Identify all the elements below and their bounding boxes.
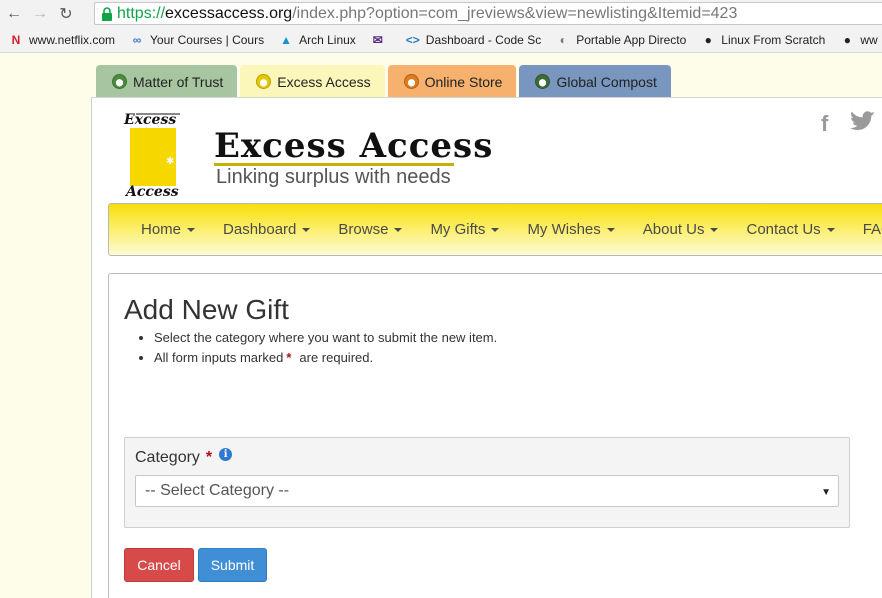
- bookmark-label: Arch Linux: [299, 33, 356, 47]
- site-tab-icon: [535, 74, 551, 89]
- tux-icon: ●: [843, 33, 851, 47]
- bookmark-label: Portable App Directo: [576, 33, 687, 47]
- code-icon: <>: [405, 33, 420, 47]
- menu-item-label: Home: [141, 221, 182, 238]
- bookmark-label: ww: [860, 33, 878, 47]
- netflix-icon: N: [11, 33, 21, 47]
- menu-item-label: My Gifts: [430, 221, 486, 238]
- caret-down-icon: [606, 227, 615, 232]
- site-logo[interactable]: Excess ✱ Access: [122, 110, 192, 200]
- bookmark-item[interactable]: ● ww: [839, 32, 878, 48]
- forward-icon[interactable]: →: [28, 2, 52, 26]
- category-label-text: Category: [135, 449, 200, 466]
- brand-title[interactable]: Excess Access: [214, 126, 493, 166]
- site-tab-label: Matter of Trust: [133, 73, 224, 90]
- note-required-text: All form inputs marked: [154, 350, 284, 365]
- browser-toolbar: ← → ↻ https://excessaccess.org/index.php…: [0, 0, 882, 28]
- category-label: Category * i: [135, 447, 233, 467]
- menu-item[interactable]: About Us: [643, 221, 719, 238]
- caret-down-icon: [302, 227, 311, 232]
- bookmarks-bar: Nwww.netflix.com ∞ Your Courses | Cours ▲ Ar…: [0, 28, 882, 53]
- required-star-icon: *: [205, 449, 213, 466]
- menu-item[interactable]: Browse: [338, 221, 403, 238]
- category-select[interactable]: -- Select Category -- ▼: [135, 475, 839, 507]
- bookmark-item[interactable]: Nwww.netflix.com: [8, 32, 115, 48]
- menu-item-label: My Wishes: [527, 221, 601, 238]
- caret-down-icon: [710, 227, 719, 232]
- dropdown-arrow-icon: ▼: [821, 487, 831, 498]
- main-menu: Home Dashboard Browse My Gifts My Wishes Abou…: [108, 203, 882, 256]
- site-tab-label: Global Compost: [556, 73, 657, 90]
- caret-down-icon: [491, 227, 500, 232]
- lock-icon: [97, 6, 117, 21]
- bookmark-item[interactable]: ● Linux From Scratch: [700, 32, 826, 48]
- site-tab-icon: [256, 74, 272, 89]
- menu-item-label: FAQ: [862, 221, 882, 238]
- required-star-icon: *: [286, 350, 292, 365]
- back-icon[interactable]: ←: [2, 2, 26, 26]
- bookmark-label: Linux From Scratch: [721, 33, 826, 47]
- mail-icon: ✉: [372, 33, 383, 47]
- site-tab[interactable]: Excess Access: [240, 65, 385, 98]
- logo-text-bottom: Access: [124, 184, 179, 200]
- menu-item[interactable]: FAQ: [863, 221, 882, 238]
- site-tab-icon: [112, 74, 127, 89]
- site-tab-label: Excess Access: [277, 73, 371, 90]
- arch-icon: ▲: [280, 33, 293, 47]
- menu-item[interactable]: Dashboard: [223, 221, 311, 238]
- note-category: Select the category where you want to su…: [154, 329, 497, 349]
- facebook-icon[interactable]: f: [821, 111, 828, 137]
- site-tab[interactable]: Online Store: [387, 65, 517, 98]
- note-required: All form inputs marked* are required.: [154, 349, 497, 369]
- caret-down-icon: [826, 227, 835, 232]
- logo-graphic: Excess ✱ Access: [123, 112, 180, 200]
- bookmark-item[interactable]: ∞ Your Courses | Cours: [129, 32, 264, 48]
- bookmark-label: Dashboard - Code Sc: [425, 33, 542, 47]
- menu-item[interactable]: My Gifts: [430, 221, 500, 238]
- bookmark-item[interactable]: ◐ Portable App Directo: [555, 32, 687, 48]
- note-required-tail: are required.: [299, 350, 374, 365]
- menu-item[interactable]: My Wishes: [527, 221, 615, 238]
- bookmark-item[interactable]: ▲ Arch Linux: [278, 32, 356, 48]
- address-bar[interactable]: https://excessaccess.org/index.php?optio…: [94, 2, 882, 25]
- caret-down-icon: [187, 227, 196, 232]
- url-path: /index.php?option=com_jreviews&view=newl…: [292, 4, 738, 22]
- menu-item-label: Contact Us: [746, 221, 821, 238]
- twitter-icon[interactable]: [850, 111, 876, 139]
- site-tab-icon: [403, 74, 419, 89]
- submit-button[interactable]: Submit: [198, 548, 267, 582]
- reload-icon[interactable]: ↻: [54, 2, 78, 26]
- cancel-button[interactable]: Cancel: [124, 548, 194, 582]
- bookmark-item[interactable]: <> Dashboard - Code Sc: [405, 32, 541, 48]
- url-scheme: https://: [117, 4, 166, 22]
- form-notes: Select the category where you want to su…: [154, 329, 497, 369]
- portable-icon: ◐: [559, 33, 567, 47]
- menu-item-label: Dashboard: [223, 221, 297, 238]
- url-domain: excessaccess.org: [165, 4, 293, 22]
- site-tab-label: Online Store: [424, 73, 503, 90]
- menu-item-label: Browse: [338, 221, 389, 238]
- menu-item[interactable]: Contact Us: [746, 221, 835, 238]
- menu-item[interactable]: Home: [141, 221, 196, 238]
- menu-item-label: About Us: [642, 221, 705, 238]
- site-tab[interactable]: Matter of Trust: [96, 65, 238, 98]
- tux-icon: ●: [704, 33, 712, 47]
- page-title: Add New Gift: [124, 294, 289, 325]
- caret-down-icon: [394, 227, 403, 232]
- info-icon[interactable]: i: [219, 447, 233, 461]
- category-select-value: -- Select Category --: [145, 482, 290, 499]
- site-tabs: Matter of Trust Excess Access Online Store…: [96, 65, 674, 98]
- bookmark-label: www.netflix.com: [29, 33, 116, 47]
- link-icon: ∞: [132, 33, 142, 47]
- svg-text:✱: ✱: [166, 156, 174, 167]
- bookmark-item[interactable]: ✉: [370, 32, 391, 48]
- brand-tagline: Linking surplus with needs: [216, 166, 451, 188]
- bookmark-label: Your Courses | Cours: [150, 33, 265, 47]
- site-tab[interactable]: Global Compost: [519, 65, 671, 98]
